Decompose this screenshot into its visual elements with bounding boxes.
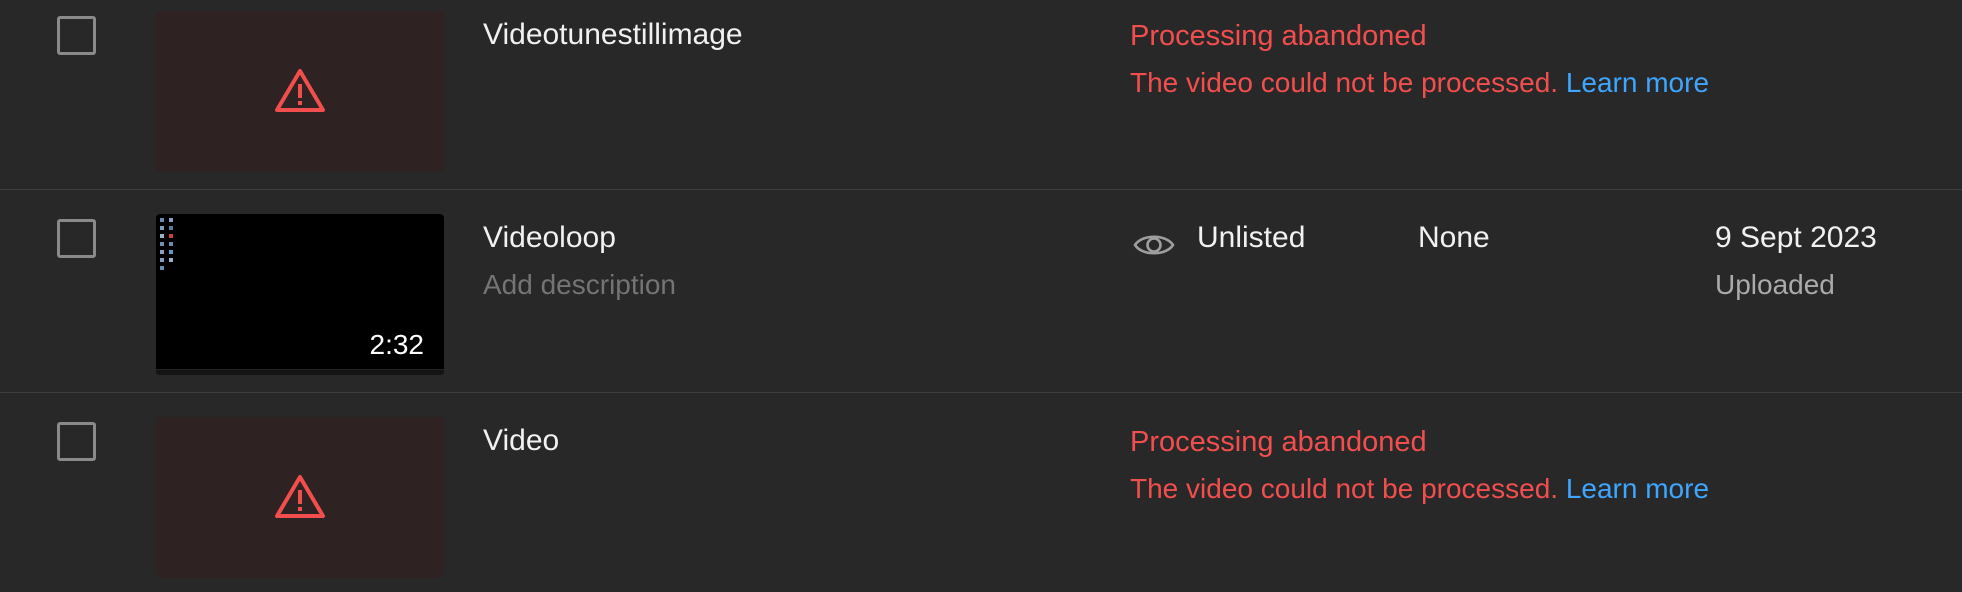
warning-icon xyxy=(275,475,325,518)
row-select-checkbox[interactable] xyxy=(57,422,96,461)
video-title[interactable]: Video xyxy=(483,424,559,458)
processing-message: The video could not be processed. Learn … xyxy=(1130,67,1709,99)
video-row[interactable]: Videotunestillimage Processing abandoned… xyxy=(0,0,1962,190)
video-thumbnail[interactable] xyxy=(156,417,444,578)
restrictions-label: None xyxy=(1418,221,1490,254)
desktop-icons-preview xyxy=(160,218,173,270)
video-list: Videotunestillimage Processing abandoned… xyxy=(0,0,1962,592)
upload-status: Uploaded xyxy=(1715,269,1835,300)
learn-more-link[interactable]: Learn more xyxy=(1566,473,1709,504)
add-description-placeholder[interactable]: Add description xyxy=(483,269,676,301)
video-thumbnail[interactable] xyxy=(156,11,444,172)
row-select-checkbox[interactable] xyxy=(57,16,96,55)
video-thumbnail[interactable]: 2:32 xyxy=(156,214,444,375)
taskbar-preview xyxy=(156,369,444,375)
video-title[interactable]: Videoloop xyxy=(483,221,616,255)
row-select-checkbox[interactable] xyxy=(57,219,96,258)
learn-more-link[interactable]: Learn more xyxy=(1566,67,1709,98)
processing-status: Processing abandoned xyxy=(1130,426,1427,458)
upload-date: 9 Sept 2023 xyxy=(1715,221,1877,254)
processing-message-text: The video could not be processed. xyxy=(1130,473,1559,504)
processing-status: Processing abandoned xyxy=(1130,20,1427,52)
video-row[interactable]: 2:32 Videoloop Add description Unlisted … xyxy=(0,191,1962,393)
processing-message: The video could not be processed. Learn … xyxy=(1130,473,1709,505)
processing-message-text: The video could not be processed. xyxy=(1130,67,1559,98)
warning-icon xyxy=(275,69,325,112)
eye-icon xyxy=(1133,235,1175,255)
video-row[interactable]: Video Processing abandoned The video cou… xyxy=(0,394,1962,592)
visibility-label[interactable]: Unlisted xyxy=(1197,221,1305,255)
video-duration: 2:32 xyxy=(369,329,425,360)
video-title[interactable]: Videotunestillimage xyxy=(483,18,743,52)
